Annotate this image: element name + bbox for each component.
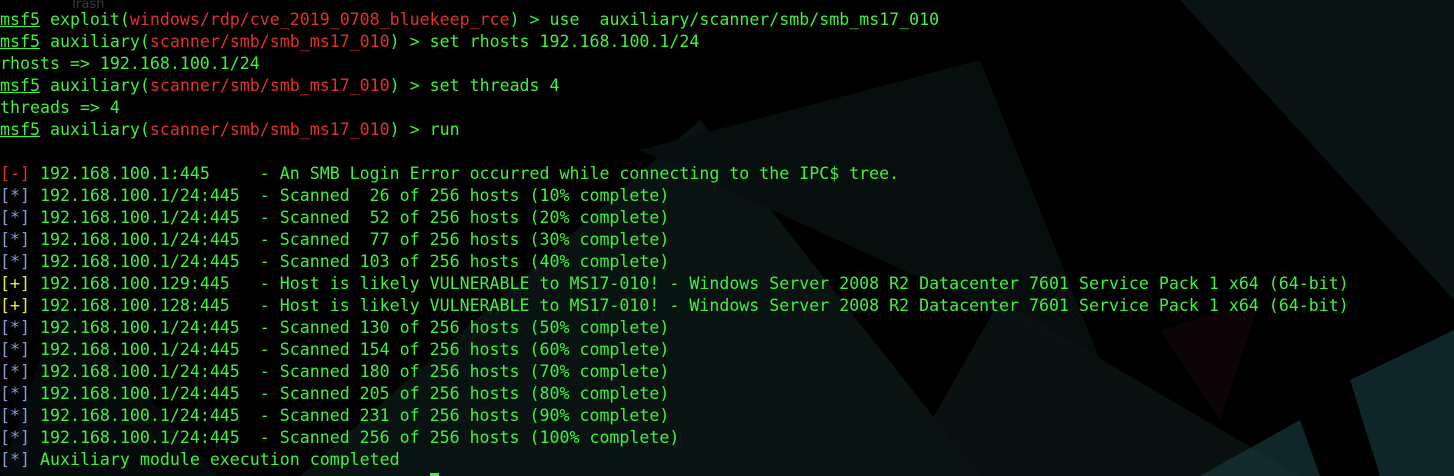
status-marker: [+]: [0, 274, 30, 293]
status-marker: [*]: [0, 230, 30, 249]
status-marker: [*]: [0, 384, 30, 403]
input-prompt-line[interactable]: [0, 471, 1349, 476]
output-line: [*] 192.168.100.1/24:445 - Scanned 154 o…: [0, 339, 1349, 361]
status-marker: [-]: [0, 164, 30, 183]
prompt-module-path: windows/rdp/cve_2019_0708_bluekeep_rce: [129, 10, 510, 29]
prompt-line: msf5 auxiliary(scanner/smb/smb_ms17_010)…: [0, 75, 1349, 97]
output-message: 192.168.100.1/24:445 - Scanned 205 of 25…: [39, 384, 670, 403]
prompt-symbol: ) >: [389, 32, 430, 51]
prompt-symbol: ) >: [389, 120, 430, 139]
prompt-symbol: ) >: [509, 10, 550, 29]
prompt-module-type: auxiliary: [49, 120, 140, 139]
command-echo-line: rhosts => 192.168.100.1/24: [0, 53, 1349, 75]
paren-open: (: [119, 10, 130, 29]
output-message: Auxiliary module execution completed: [39, 450, 400, 469]
status-marker: [+]: [0, 296, 30, 315]
prompt-app-name: msf5: [0, 120, 40, 139]
output-message: 192.168.100.1/24:445 - Scanned 130 of 25…: [39, 318, 670, 337]
output-line: [*] 192.168.100.1/24:445 - Scanned 180 o…: [0, 361, 1349, 383]
prompt-line: msf5 auxiliary(scanner/smb/smb_ms17_010)…: [0, 31, 1349, 53]
output-message: 192.168.100.1/24:445 - Scanned 52 of 256…: [39, 208, 670, 227]
output-line: [+] 192.168.100.129:445 - Host is likely…: [0, 273, 1349, 295]
prompt-obscured: [0, 472, 430, 476]
output-message: 192.168.100.1/24:445 - Scanned 154 of 25…: [39, 340, 670, 359]
paren-open: (: [139, 32, 150, 51]
prompt-module-path: scanner/smb/smb_ms17_010: [149, 76, 390, 95]
output-message: 192.168.100.1/24:445 - Scanned 256 of 25…: [39, 428, 680, 447]
prompt-line: msf5 exploit(windows/rdp/cve_2019_0708_b…: [0, 9, 1349, 31]
output-line: [*] 192.168.100.1/24:445 - Scanned 103 o…: [0, 251, 1349, 273]
output-message: 192.168.100.1/24:445 - Scanned 180 of 25…: [39, 362, 670, 381]
output-line: [*] 192.168.100.1/24:445 - Scanned 77 of…: [0, 229, 1349, 251]
prompt-line: msf5 auxiliary(scanner/smb/smb_ms17_010)…: [0, 119, 1349, 141]
status-marker: [*]: [0, 252, 30, 271]
output-message: 192.168.100.1:445 - An SMB Login Error o…: [39, 164, 900, 183]
prompt-module-path: scanner/smb/smb_ms17_010: [149, 120, 390, 139]
output-line: [*] 192.168.100.1/24:445 - Scanned 26 of…: [0, 185, 1349, 207]
output-message: 192.168.100.1/24:445 - Scanned 103 of 25…: [39, 252, 670, 271]
prompt-app-name: msf5: [0, 32, 40, 51]
output-line: [*] Auxiliary module execution completed: [0, 449, 1349, 471]
output-line: [*] 192.168.100.1/24:445 - Scanned 256 o…: [0, 427, 1349, 449]
output-line: [*] 192.168.100.1/24:445 - Scanned 130 o…: [0, 317, 1349, 339]
prompt-module-type: exploit: [49, 10, 120, 29]
prompt-module-path: scanner/smb/smb_ms17_010: [149, 32, 390, 51]
paren-open: (: [139, 120, 150, 139]
output-message: 192.168.100.129:445 - Host is likely VUL…: [39, 274, 1349, 293]
prompt-module-type: auxiliary: [49, 76, 140, 95]
output-message: 192.168.100.1/24:445 - Scanned 77 of 256…: [39, 230, 670, 249]
command-echo-line: threads => 4: [0, 97, 1349, 119]
entered-command: set threads 4: [429, 76, 560, 95]
command-echo-text: rhosts => 192.168.100.1/24: [0, 54, 260, 73]
prompt-app-name: msf5: [0, 76, 40, 95]
output-line: [*] 192.168.100.1/24:445 - Scanned 205 o…: [0, 383, 1349, 405]
output-line: [*] 192.168.100.1/24:445 - Scanned 231 o…: [0, 405, 1349, 427]
status-marker: [*]: [0, 406, 30, 425]
output-message: 192.168.100.128:445 - Host is likely VUL…: [39, 296, 1349, 315]
entered-command: run: [429, 120, 460, 139]
prompt-app-name: msf5: [0, 10, 40, 29]
output-line: [+] 192.168.100.128:445 - Host is likely…: [0, 295, 1349, 317]
terminal-output: msf5 exploit(windows/rdp/cve_2019_0708_b…: [0, 9, 1349, 476]
terminal-window[interactable]: Trash msf5 exploit(windows/rdp/cve_2019_…: [0, 0, 1454, 476]
status-marker: [*]: [0, 362, 30, 381]
output-message: 192.168.100.1/24:445 - Scanned 26 of 256…: [39, 186, 670, 205]
prompt-module-type: auxiliary: [49, 32, 140, 51]
output-line: [*] 192.168.100.1/24:445 - Scanned 52 of…: [0, 207, 1349, 229]
output-line: [-] 192.168.100.1:445 - An SMB Login Err…: [0, 163, 1349, 185]
prompt-symbol: ) >: [389, 76, 430, 95]
status-marker: [*]: [0, 186, 30, 205]
status-marker: [*]: [0, 318, 30, 337]
command-echo-text: threads => 4: [0, 98, 120, 117]
entered-command: set rhosts 192.168.100.1/24: [429, 32, 700, 51]
status-marker: [*]: [0, 428, 30, 447]
status-marker: [*]: [0, 450, 30, 469]
output-message: 192.168.100.1/24:445 - Scanned 231 of 25…: [39, 406, 670, 425]
status-marker: [*]: [0, 208, 30, 227]
paren-open: (: [139, 76, 150, 95]
entered-command: use auxiliary/scanner/smb/smb_ms17_010: [549, 10, 940, 29]
status-marker: [*]: [0, 340, 30, 359]
